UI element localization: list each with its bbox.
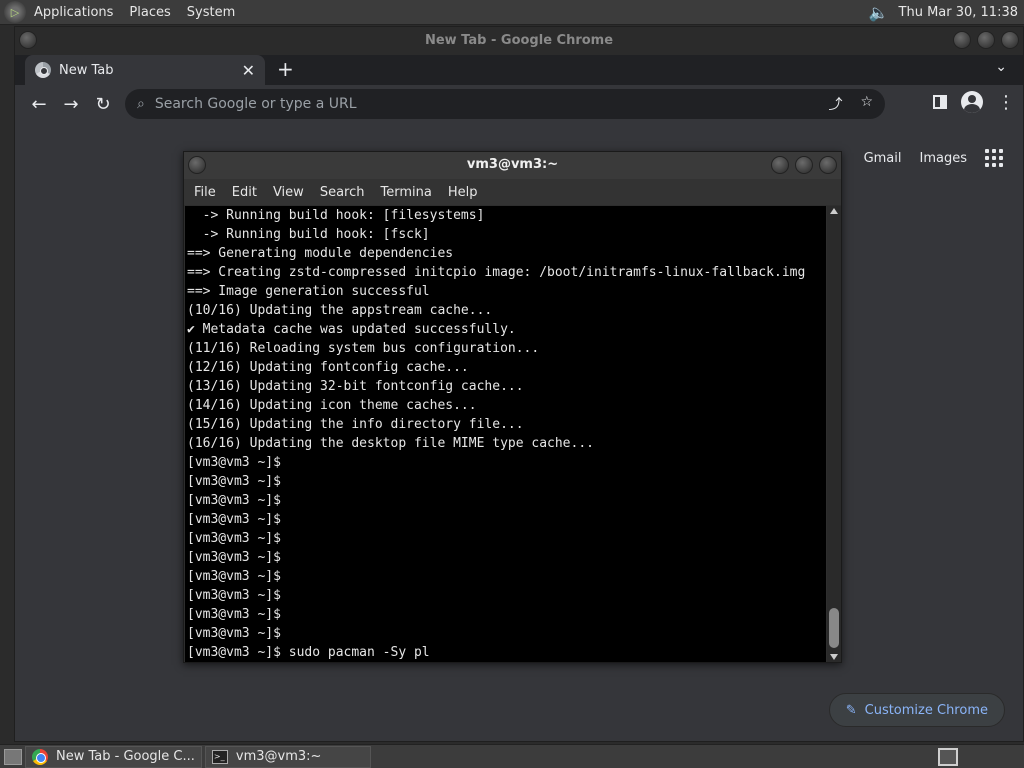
tab-new-tab[interactable]: New Tab ✕: [25, 55, 265, 85]
terminal-titlebar[interactable]: vm3@vm3:~: [184, 152, 841, 179]
chrome-icon: [32, 748, 48, 765]
chrome-favicon-icon: [35, 62, 51, 78]
tab-strip: New Tab ✕ + ⌄: [15, 55, 1023, 85]
terminal-line: [vm3@vm3 ~]$: [187, 455, 281, 470]
reload-icon[interactable]: ↻: [87, 94, 119, 115]
customize-chrome-label: Customize Chrome: [864, 702, 988, 718]
side-panel-icon[interactable]: [933, 95, 947, 109]
terminal-maximize-button[interactable]: [795, 156, 813, 174]
terminal-line: [vm3@vm3 ~]$: [187, 569, 281, 584]
terminal-line: (10/16) Updating the appstream cache...: [187, 303, 493, 318]
terminal-line: [vm3@vm3 ~]$: [187, 512, 281, 527]
search-icon: ⌕: [137, 96, 145, 112]
google-apps-grid-icon[interactable]: [985, 149, 1003, 167]
top-panel-tray: 🔈 Thu Mar 30, 11:38: [865, 0, 1024, 25]
kebab-menu-icon[interactable]: ⋮: [997, 92, 1015, 113]
terminal-menu-help[interactable]: Help: [440, 185, 486, 200]
main-menu-logo-icon[interactable]: ▷: [4, 1, 26, 23]
terminal-window: vm3@vm3:~ File Edit View Search Termina …: [183, 151, 842, 663]
minimize-button[interactable]: [953, 31, 971, 49]
pencil-icon: ✎: [845, 702, 857, 718]
terminal-output[interactable]: -> Running build hook: [filesystems] -> …: [185, 206, 826, 662]
chrome-window-title: New Tab - Google Chrome: [424, 33, 614, 48]
terminal-line: -> Running build hook: [fsck]: [187, 227, 430, 242]
terminal-menu-terminal[interactable]: Termina: [372, 185, 439, 200]
new-tab-button[interactable]: +: [277, 57, 294, 81]
terminal-menu-search[interactable]: Search: [312, 185, 373, 200]
profile-avatar-icon[interactable]: [961, 91, 983, 113]
terminal-line: [vm3@vm3 ~]$: [187, 474, 281, 489]
bottom-panel: New Tab - Google C... >_ vm3@vm3:~: [0, 744, 1024, 768]
tab-search-chevron-icon[interactable]: ⌄: [995, 59, 1007, 75]
chrome-titlebar[interactable]: New Tab - Google Chrome: [15, 27, 1023, 55]
terminal-line: [vm3@vm3 ~]$: [187, 550, 281, 565]
terminal-line: (15/16) Updating the info directory file…: [187, 417, 524, 432]
taskbar-terminal-label: vm3@vm3:~: [235, 749, 322, 764]
terminal-line: [vm3@vm3 ~]$: [187, 531, 281, 546]
terminal-menu-edit[interactable]: Edit: [224, 185, 265, 200]
terminal-window-title: vm3@vm3:~: [466, 157, 559, 172]
omnibox-placeholder[interactable]: Search Google or type a URL: [155, 96, 357, 112]
ntp-top-links: Gmail Images: [864, 149, 1003, 167]
terminal-line: ==> Generating module dependencies: [187, 246, 454, 261]
workspace-switcher[interactable]: [938, 747, 958, 766]
terminal-line: ==> Image generation successful: [187, 284, 430, 299]
terminal-line: (14/16) Updating icon theme caches...: [187, 398, 477, 413]
tab-title: New Tab: [59, 62, 114, 78]
taskbar-chrome-label: New Tab - Google C...: [56, 749, 195, 764]
speaker-icon[interactable]: 🔈: [865, 3, 893, 22]
back-arrow-icon[interactable]: ←: [23, 94, 55, 115]
terminal-line: [vm3@vm3 ~]$: [187, 626, 281, 641]
terminal-minimize-button[interactable]: [771, 156, 789, 174]
menu-applications[interactable]: Applications: [26, 0, 121, 25]
terminal-line: (11/16) Reloading system bus configurati…: [187, 341, 540, 356]
terminal-line: [vm3@vm3 ~]$ sudo pacman -Sy pl: [187, 645, 430, 660]
terminal-icon: >_: [211, 749, 228, 764]
scroll-up-arrow-icon[interactable]: [830, 208, 838, 214]
terminal-menu-file[interactable]: File: [186, 185, 224, 200]
terminal-lines: -> Running build hook: [filesystems] -> …: [185, 206, 826, 662]
toolbar-right: ⋮: [933, 91, 1015, 113]
terminal-line: [vm3@vm3 ~]$: [187, 493, 281, 508]
terminal-scrollbar[interactable]: [827, 206, 841, 662]
menu-system[interactable]: System: [179, 0, 243, 25]
terminal-close-button[interactable]: [819, 156, 837, 174]
share-icon[interactable]: ⤴: [828, 94, 842, 114]
customize-chrome-button[interactable]: ✎ Customize Chrome: [828, 693, 1005, 727]
terminal-line: -> Running build hook: [filesystems]: [187, 208, 485, 223]
menu-places[interactable]: Places: [121, 0, 178, 25]
terminal-line: [vm3@vm3 ~]$: [187, 607, 281, 622]
terminal-menubar: File Edit View Search Termina Help: [184, 179, 841, 205]
bookmark-star-icon[interactable]: ☆: [860, 94, 873, 114]
terminal-line: ✔ Metadata cache was updated successfull…: [187, 322, 516, 337]
scroll-down-arrow-icon[interactable]: [830, 654, 838, 660]
terminal-menu-view[interactable]: View: [265, 185, 312, 200]
gmail-link[interactable]: Gmail: [864, 151, 902, 166]
omnibox[interactable]: ⌕ Search Google or type a URL ⤴ ☆: [125, 89, 885, 119]
maximize-button[interactable]: [977, 31, 995, 49]
show-desktop-icon[interactable]: [4, 748, 22, 765]
top-panel: ▷ Applications Places System 🔈 Thu Mar 3…: [0, 0, 1024, 25]
terminal-line: (16/16) Updating the desktop file MIME t…: [187, 436, 594, 451]
images-link[interactable]: Images: [920, 151, 968, 166]
taskbar-chrome[interactable]: New Tab - Google C...: [25, 745, 202, 768]
terminal-line: (13/16) Updating 32-bit fontconfig cache…: [187, 379, 524, 394]
chrome-toolbar: ← → ↻ ⌕ Search Google or type a URL ⤴ ☆ …: [15, 85, 1023, 123]
terminal-line: ==> Creating zstd-compressed initcpio im…: [187, 265, 806, 280]
close-button[interactable]: [1001, 31, 1019, 49]
terminal-line: [vm3@vm3 ~]$: [187, 588, 281, 603]
forward-arrow-icon[interactable]: →: [55, 94, 87, 115]
terminal-line: (12/16) Updating fontconfig cache...: [187, 360, 469, 375]
taskbar-terminal[interactable]: >_ vm3@vm3:~: [204, 745, 371, 768]
tab-close-icon[interactable]: ✕: [242, 61, 255, 80]
clock[interactable]: Thu Mar 30, 11:38: [893, 5, 1024, 20]
scrollbar-thumb[interactable]: [829, 608, 839, 648]
